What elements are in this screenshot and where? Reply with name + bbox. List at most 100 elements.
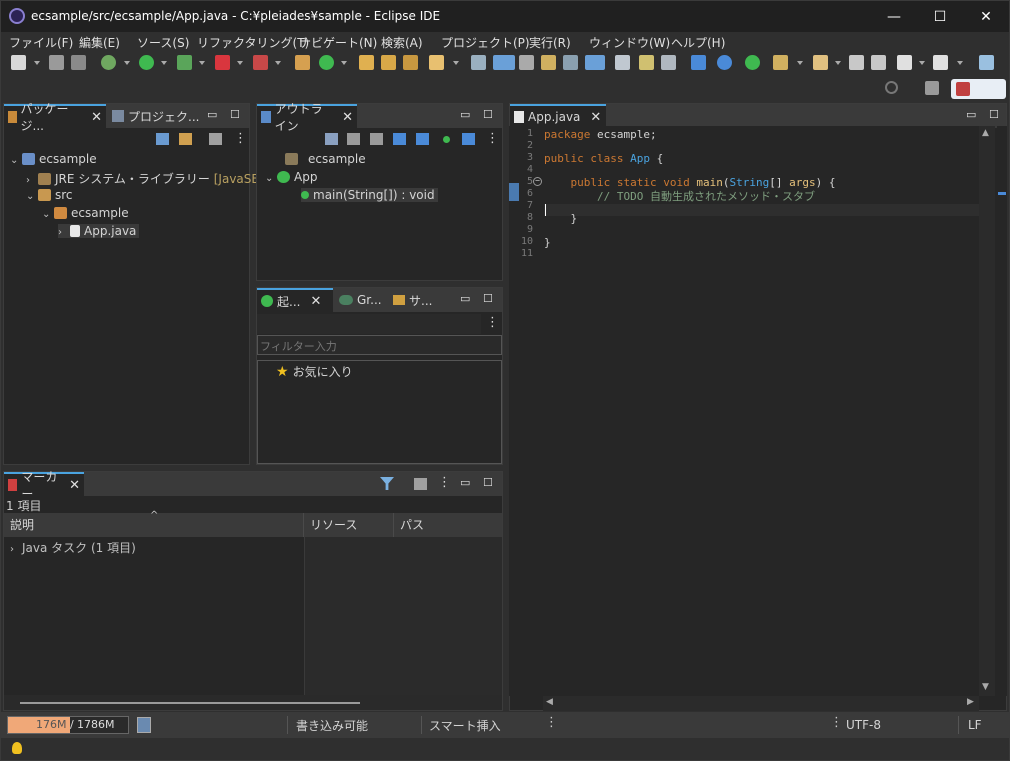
column-resource[interactable]: リソース (304, 513, 394, 537)
expand-chevron-icon[interactable]: ⌄ (265, 173, 277, 184)
maximize-view-icon[interactable]: ☐ (483, 476, 493, 489)
close-tab-icon[interactable]: ✕ (590, 110, 601, 125)
expand-chevron-icon[interactable]: ⌄ (42, 209, 54, 220)
scroll-right-icon[interactable]: ▶ (967, 697, 974, 707)
open-resource-icon[interactable] (403, 55, 418, 70)
tree-file[interactable]: › App.java (58, 224, 140, 238)
scroll-left-icon[interactable]: ◀ (546, 697, 553, 707)
save-all-icon[interactable] (71, 55, 86, 70)
new-icon[interactable] (11, 55, 26, 70)
run-dropdown-icon[interactable] (161, 61, 167, 65)
marker-row[interactable]: › Java タスク (1 項目) (10, 539, 136, 556)
focus-icon[interactable] (414, 478, 427, 490)
code-line[interactable]: package ecsample; (544, 128, 657, 141)
tree-project[interactable]: ⌄ ecsample (10, 152, 97, 166)
hide-nonpublic-icon[interactable] (416, 133, 429, 145)
scroll-up-icon[interactable]: ▲ (982, 128, 989, 138)
code-line[interactable]: public class App { (544, 152, 663, 165)
collapse-chevron-icon[interactable]: › (26, 175, 38, 186)
minimize-view-icon[interactable]: ▭ (207, 108, 217, 121)
minimize-view-icon[interactable]: ▭ (460, 108, 470, 121)
menu-help[interactable]: ヘルプ(H) (671, 34, 725, 51)
next-annotation-icon[interactable] (615, 55, 630, 70)
view-menu-icon[interactable]: ⋮ (438, 475, 451, 490)
back-history-icon[interactable] (849, 55, 864, 70)
scroll-down-icon[interactable]: ▼ (982, 682, 989, 692)
tab-package-explorer[interactable]: パッケージ... ✕ (4, 102, 106, 133)
encoding-status[interactable]: UTF-8 (846, 718, 881, 732)
vertical-scrollbar[interactable]: ▲ ▼ (979, 126, 995, 696)
coverage-dropdown-icon[interactable] (199, 61, 205, 65)
minimize-view-icon[interactable]: ▭ (460, 292, 470, 305)
prev-annotation-icon[interactable] (639, 55, 654, 70)
mark-occurrences-icon[interactable] (493, 55, 515, 70)
menu-search[interactable]: 検索(A) (381, 34, 423, 51)
stop-dropdown-icon[interactable] (237, 61, 243, 65)
server-icon[interactable] (253, 55, 268, 70)
horizontal-scrollbar[interactable] (4, 695, 502, 710)
back-dropdown-icon[interactable] (919, 61, 925, 65)
close-tab-icon[interactable]: ✕ (91, 110, 102, 125)
view-menu-icon[interactable]: ⋮ (486, 131, 499, 146)
line-delimiter-status[interactable]: LF (968, 718, 982, 732)
settings-gear-icon[interactable] (717, 55, 732, 70)
filter-icon[interactable] (380, 477, 394, 490)
outline-package[interactable]: ecsample (285, 152, 366, 166)
menu-edit[interactable]: 編集(E) (79, 34, 120, 51)
expand-chevron-icon[interactable]: ⌄ (26, 191, 38, 202)
menu-run[interactable]: 実行(R) (529, 34, 571, 51)
prev-edit-icon[interactable] (813, 55, 828, 70)
tree-src[interactable]: ⌄ src (26, 188, 73, 202)
garbage-collect-icon[interactable] (137, 717, 151, 733)
tree-package[interactable]: ⌄ ecsample (42, 206, 129, 220)
menu-window[interactable]: ウィンドウ(W) (589, 34, 670, 51)
lightbulb-icon[interactable] (12, 742, 22, 754)
sort-icon[interactable] (347, 133, 360, 145)
search-tool-icon[interactable] (429, 55, 444, 70)
new-class-icon[interactable] (319, 55, 334, 70)
power-icon[interactable] (745, 55, 760, 70)
next-edit-dropdown-icon[interactable] (797, 61, 803, 65)
view-menu-icon[interactable]: ⋮ (486, 315, 499, 330)
open-task-icon[interactable] (381, 55, 396, 70)
close-button[interactable]: ✕ (963, 1, 1009, 32)
coverage-icon[interactable] (177, 55, 192, 70)
task-icon[interactable] (691, 55, 706, 70)
new-dropdown-icon[interactable] (34, 61, 40, 65)
link-editor-icon[interactable] (179, 133, 192, 145)
menu-navigate[interactable]: ナビゲート(N) (299, 34, 377, 51)
collapse-all-icon[interactable] (156, 133, 169, 145)
hide-fields-icon[interactable] (370, 133, 383, 145)
toggle-ant-icon[interactable] (471, 55, 486, 70)
hide-static-icon[interactable] (393, 133, 406, 145)
code-line[interactable]: // TODO 自動生成されたメソッド・スタブ (544, 188, 815, 204)
next-edit-icon[interactable] (773, 55, 788, 70)
prev-edit-dropdown-icon[interactable] (835, 61, 841, 65)
block-selection-icon[interactable] (519, 55, 534, 70)
maximize-view-icon[interactable]: ☐ (483, 292, 493, 305)
debug-dropdown-icon[interactable] (124, 61, 130, 65)
status-more-icon[interactable]: ⋮ (545, 715, 558, 730)
stop-icon[interactable] (215, 55, 230, 70)
forward-arrow-icon[interactable] (933, 55, 948, 70)
menu-refactor[interactable]: リファクタリング(T) (197, 34, 309, 51)
tab-markers[interactable]: マーカー ✕ (4, 470, 84, 501)
editor-horizontal-scrollbar[interactable]: ◀ ▶ (543, 696, 979, 711)
new-java-project-icon[interactable] (295, 55, 310, 70)
scrollbar-thumb[interactable] (20, 702, 360, 704)
favorites-item[interactable]: ★ お気に入り (276, 363, 353, 380)
expand-chevron-icon[interactable]: ⌄ (10, 155, 22, 166)
close-tab-icon[interactable]: ✕ (69, 478, 80, 493)
back-arrow-icon[interactable] (897, 55, 912, 70)
maximize-view-icon[interactable]: ☐ (230, 108, 240, 121)
outline-method[interactable]: main(String[]) : void (301, 188, 438, 202)
last-edit-icon[interactable] (661, 55, 676, 70)
server-dropdown-icon[interactable] (275, 61, 281, 65)
forward-dropdown-icon[interactable] (957, 61, 963, 65)
code-line[interactable]: } (544, 212, 577, 225)
collapse-chevron-icon[interactable]: › (58, 227, 70, 238)
java-perspective-button[interactable] (951, 79, 1006, 99)
maximize-view-icon[interactable]: ☐ (989, 108, 999, 121)
tab-launch[interactable]: 起... ✕ (257, 288, 333, 312)
link-with-editor-icon[interactable] (462, 133, 475, 145)
